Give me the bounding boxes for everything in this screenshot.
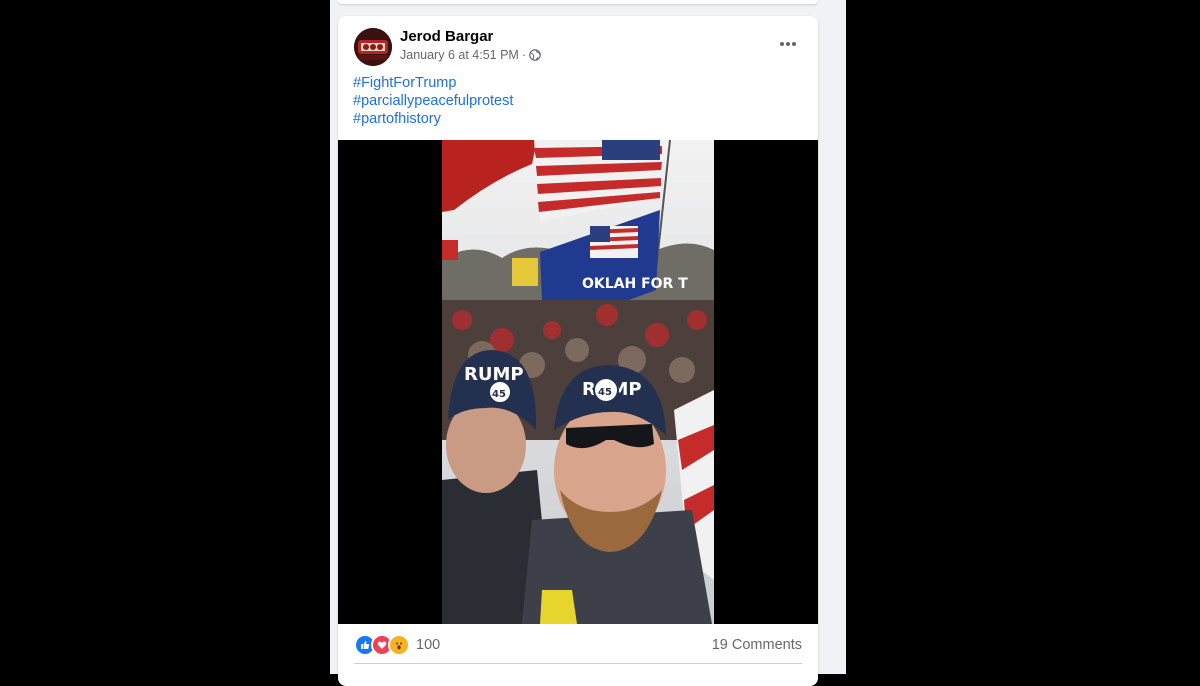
- post-text: #FightForTrump #parciallypeacefulprotest…: [353, 74, 513, 128]
- more-options-button[interactable]: [772, 30, 804, 58]
- flag-text: OKLAH FOR T: [582, 276, 688, 292]
- post-timestamp[interactable]: January 6 at 4:51 PM: [400, 48, 519, 62]
- previous-post-card-edge: [338, 0, 818, 4]
- action-bar-divider: [354, 663, 802, 664]
- reactions-bar: 100 19 Comments: [354, 633, 802, 657]
- avatar-image: [354, 28, 392, 66]
- globe-icon[interactable]: [529, 49, 541, 61]
- reactions-summary[interactable]: 100: [354, 634, 440, 656]
- more-horizontal-icon: [780, 42, 796, 46]
- hashtag-fightfortrump[interactable]: #FightForTrump: [353, 74, 513, 92]
- author-name-link[interactable]: Jerod Bargar: [400, 28, 493, 45]
- hashtag-parciallypeacefulprotest[interactable]: #parciallypeacefulprotest: [353, 92, 513, 110]
- hat-badge-left: 45: [492, 389, 506, 400]
- post-meta: January 6 at 4:51 PM ·: [400, 48, 541, 62]
- wow-icon: [388, 634, 410, 656]
- hat-badge-right: 45: [598, 387, 612, 398]
- meta-separator: ·: [521, 48, 526, 62]
- hashtag-partofhistory[interactable]: #partofhistory: [353, 110, 513, 128]
- reaction-icons: [354, 634, 410, 656]
- reaction-count[interactable]: 100: [416, 637, 440, 653]
- post-card: Jerod Bargar January 6 at 4:51 PM · #Fig…: [338, 16, 818, 686]
- video-player[interactable]: OKLAH FOR T RUMP 45 45: [338, 140, 818, 624]
- video-still-image[interactable]: OKLAH FOR T RUMP 45 45: [442, 140, 714, 624]
- author-avatar[interactable]: [354, 28, 392, 66]
- comments-count-link[interactable]: 19 Comments: [712, 637, 802, 653]
